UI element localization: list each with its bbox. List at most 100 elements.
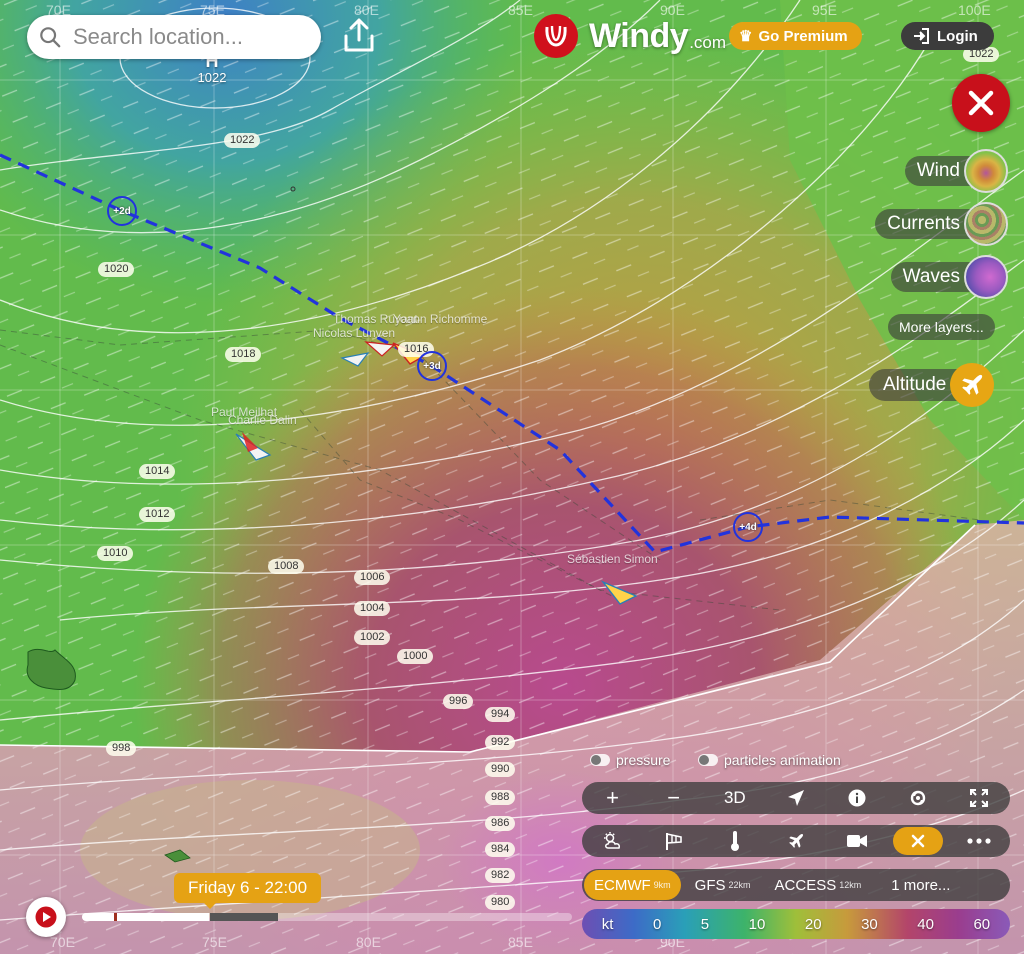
route-marker[interactable]: +3d bbox=[417, 351, 447, 381]
model-name: GFS bbox=[694, 876, 726, 894]
isobar-label: 1002 bbox=[354, 630, 391, 645]
login-icon bbox=[914, 28, 929, 44]
route-marker[interactable]: +2d bbox=[107, 196, 137, 226]
webcam-overlay-button[interactable] bbox=[832, 827, 882, 855]
airplane-icon bbox=[950, 363, 995, 407]
isobar-label: 1010 bbox=[97, 546, 134, 561]
isobar-label: 982 bbox=[485, 868, 516, 883]
pressure-label: pressure bbox=[616, 752, 671, 768]
brand-domain: .com bbox=[689, 32, 727, 52]
go-premium-button[interactable]: ♛ Go Premium bbox=[729, 22, 862, 50]
layer-wind[interactable]: Wind bbox=[904, 149, 1008, 193]
wind-speed-legend[interactable]: kt 0 5 10 20 30 40 60 bbox=[582, 909, 1010, 939]
isobar-label: 1004 bbox=[354, 601, 391, 616]
fullscreen-icon bbox=[970, 789, 989, 807]
currents-layer-icon bbox=[964, 202, 1008, 246]
info-icon bbox=[848, 789, 866, 807]
close-button[interactable] bbox=[952, 74, 1010, 132]
waves-layer-icon bbox=[964, 255, 1008, 299]
video-camera-icon bbox=[847, 835, 868, 847]
layer-waves[interactable]: Waves bbox=[890, 255, 1008, 299]
boat-label[interactable]: Sébastien Simon bbox=[567, 552, 658, 566]
particles-switch[interactable] bbox=[698, 754, 718, 766]
search-bar[interactable] bbox=[27, 15, 321, 59]
route-marker[interactable]: +4d bbox=[733, 512, 763, 542]
timeline-time-label[interactable]: Friday 6 - 22:00 bbox=[174, 873, 322, 909]
search-input[interactable] bbox=[71, 23, 315, 51]
isobar-label: 986 bbox=[485, 816, 516, 831]
model-name: ACCESS bbox=[774, 876, 837, 894]
more-overlays-button[interactable] bbox=[954, 827, 1004, 855]
model-name: 1 more... bbox=[891, 876, 951, 894]
temperature-overlay-button[interactable] bbox=[710, 827, 760, 855]
wind-layer-icon bbox=[964, 149, 1008, 193]
pressure-toggle[interactable]: pressure bbox=[590, 752, 670, 768]
info-button[interactable] bbox=[832, 784, 882, 812]
model-name: ECMWF bbox=[594, 876, 651, 894]
airplane-small-icon bbox=[789, 833, 804, 848]
legend-value: 60 bbox=[973, 915, 991, 933]
legend-value: 30 bbox=[861, 915, 878, 933]
high-pressure-value: 1022 bbox=[197, 70, 227, 85]
location-button[interactable] bbox=[771, 784, 821, 812]
isobar-label: 984 bbox=[485, 842, 516, 857]
brand-logo[interactable]: Windy .com bbox=[534, 14, 726, 58]
isobar-label: 980 bbox=[485, 895, 516, 910]
isobar-label: 1012 bbox=[139, 507, 176, 522]
login-button[interactable]: Login bbox=[901, 22, 994, 50]
particles-toggle[interactable]: particles animation bbox=[698, 752, 841, 768]
legend-unit: kt bbox=[601, 915, 614, 933]
boat-label[interactable]: Nicolas Lunven bbox=[313, 326, 395, 340]
timeline-now-marker bbox=[114, 913, 117, 921]
windsock-icon bbox=[665, 833, 682, 850]
model-ecmwf[interactable]: ECMWF 9km bbox=[584, 870, 681, 900]
layer-currents[interactable]: Currents bbox=[875, 202, 1008, 246]
particles-label: particles animation bbox=[724, 752, 841, 768]
isobar-label: 1000 bbox=[397, 649, 434, 664]
close-overlay-button[interactable] bbox=[893, 827, 944, 855]
login-label: Login bbox=[937, 27, 978, 45]
altitude-button[interactable]: Altitude bbox=[869, 363, 995, 407]
flight-overlay-button[interactable] bbox=[771, 827, 821, 855]
hurricane-button[interactable] bbox=[893, 784, 943, 812]
close-icon bbox=[911, 834, 925, 848]
play-icon bbox=[35, 906, 57, 928]
isobar-label: 992 bbox=[485, 735, 516, 750]
isobar-label: 996 bbox=[443, 694, 474, 709]
search-icon bbox=[40, 27, 61, 48]
go-premium-label: Go Premium bbox=[758, 27, 848, 45]
pressure-switch[interactable] bbox=[590, 754, 610, 766]
boat-label[interactable]: Yoann Richomme bbox=[393, 312, 487, 326]
fullscreen-button[interactable] bbox=[954, 784, 1004, 812]
legend-value: 40 bbox=[917, 915, 934, 933]
boat-label[interactable]: Charlie Dalin bbox=[228, 413, 297, 427]
model-more[interactable]: 1 more... bbox=[881, 870, 960, 900]
hurricane-icon bbox=[911, 790, 926, 806]
wind-overlay-button[interactable] bbox=[649, 827, 699, 855]
weather-overlay-button[interactable] bbox=[588, 827, 638, 855]
isobar-label: 994 bbox=[485, 707, 516, 722]
3d-view-button[interactable]: 3D bbox=[710, 784, 760, 812]
close-icon bbox=[968, 90, 994, 116]
legend-value: 5 bbox=[700, 915, 710, 933]
play-button[interactable] bbox=[26, 897, 66, 937]
map-controls: + − 3D bbox=[582, 782, 1010, 814]
isobar-label: 988 bbox=[485, 790, 516, 805]
zoom-out-button[interactable]: − bbox=[649, 784, 699, 812]
sun-cloud-icon bbox=[603, 832, 620, 849]
isobar-label: 1018 bbox=[225, 347, 262, 362]
model-access[interactable]: ACCESS 12km bbox=[765, 870, 872, 900]
model-resolution: 22km bbox=[728, 880, 751, 890]
isobar-label: 998 bbox=[106, 741, 137, 756]
isobar-label: 1008 bbox=[268, 559, 305, 574]
share-icon[interactable] bbox=[340, 16, 378, 54]
legend-value: 10 bbox=[748, 915, 766, 933]
zoom-in-button[interactable]: + bbox=[588, 784, 638, 812]
isobar-label: 1022 bbox=[224, 133, 261, 148]
location-arrow-icon bbox=[787, 790, 804, 806]
model-selector: ECMWF 9km GFS 22km ACCESS 12km 1 more... bbox=[582, 869, 1010, 901]
model-gfs[interactable]: GFS 22km bbox=[685, 870, 761, 900]
legend-value: 20 bbox=[804, 915, 822, 933]
legend-value: 0 bbox=[652, 915, 662, 933]
more-layers-button[interactable]: More layers... bbox=[888, 314, 995, 340]
